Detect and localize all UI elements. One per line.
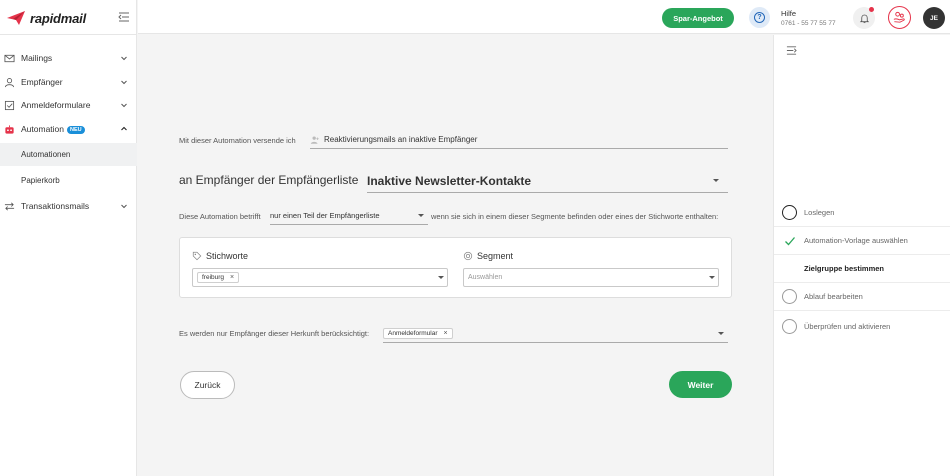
paper-plane-logo-icon <box>7 11 25 25</box>
sidebar-item-label-wrap: Automation NEU <box>21 124 85 134</box>
step-ablauf[interactable]: Ablauf bearbeiten <box>774 283 950 311</box>
segment-select[interactable]: Auswählen <box>463 268 719 287</box>
hand-coins-icon <box>893 11 905 23</box>
segment-title: Segment <box>477 251 514 261</box>
step-label: Überprüfen und aktivieren <box>804 321 891 331</box>
origin-select[interactable]: Anmeldeformular × <box>383 324 728 343</box>
step-label: Ablauf bearbeiten <box>804 292 863 301</box>
scope-select[interactable]: nur einen Teil der Empfängerliste <box>270 207 428 225</box>
sidebar-item-label: Anmeldeformulare <box>21 100 91 110</box>
sidebar-item-anmeldeformulare[interactable]: Anmeldeformulare <box>0 94 137 116</box>
keywords-title-row: Stichworte <box>192 251 248 261</box>
bell-icon <box>859 14 869 23</box>
chevron-down-icon <box>121 103 127 108</box>
step-vorlage[interactable]: Automation-Vorlage auswählen <box>774 227 950 255</box>
automation-name-value: Reaktivierungsmails an inaktive Empfänge… <box>324 135 478 144</box>
caret-down-icon <box>438 276 444 279</box>
new-badge: NEU <box>67 125 85 134</box>
help-contact[interactable]: Hilfe 0761 - 55 77 55 77 <box>781 9 836 29</box>
question-icon: ? <box>754 12 765 23</box>
segment-icon <box>463 251 473 261</box>
segment-title-row: Segment <box>463 251 513 261</box>
brand-name: rapidmail <box>30 10 86 26</box>
step-zielgruppe[interactable]: Zielgruppe bestimmen <box>774 255 950 283</box>
progress-panel: Loslegen Automation-Vorlage auswählen Zi… <box>773 35 950 476</box>
caret-down-icon <box>418 214 424 217</box>
help-phone: 0761 - 55 77 55 77 <box>781 20 836 27</box>
send-label: Mit dieser Automation versende ich <box>179 136 296 145</box>
step-label: Automation-Vorlage auswählen <box>804 236 908 245</box>
segment-placeholder: Auswählen <box>468 274 503 281</box>
scope-value: nur einen Teil der Empfängerliste <box>270 211 380 220</box>
step-label: Loslegen <box>804 208 835 217</box>
user-add-icon <box>310 136 319 144</box>
recipient-list-value: Inaktive Newsletter-Kontakte <box>367 173 532 188</box>
next-button[interactable]: Weiter <box>669 371 732 398</box>
tag-icon <box>192 251 202 261</box>
recipient-list-select[interactable]: Inaktive Newsletter-Kontakte <box>367 169 728 193</box>
sidebar-item-label: Automation <box>21 124 64 134</box>
step-label: Zielgruppe bestimmen <box>804 264 885 273</box>
caret-down-icon <box>718 332 724 335</box>
step-circle-icon <box>782 205 797 220</box>
sidebar-divider <box>0 34 137 35</box>
back-button[interactable]: Zurück <box>180 371 235 399</box>
chevron-up-icon <box>121 126 127 131</box>
chevron-down-icon <box>121 80 127 85</box>
logo[interactable]: rapidmail <box>6 9 86 27</box>
chevron-down-icon <box>121 204 127 209</box>
form-check-icon <box>4 100 15 110</box>
collapse-sidebar-icon[interactable] <box>118 11 130 23</box>
chevron-down-icon <box>121 56 127 61</box>
scope-suffix: wenn sie sich in einem dieser Segmente b… <box>431 212 719 221</box>
offer-button[interactable] <box>888 6 911 29</box>
sidebar-subitem-papierkorb[interactable]: Papierkorb <box>0 169 137 192</box>
caret-down-icon <box>709 276 715 279</box>
sidebar-item-label: Mailings <box>21 53 53 63</box>
top-bar: Spar-Angebot ? Hilfe 0761 - 55 77 55 77 … <box>138 0 950 34</box>
remove-chip-icon[interactable]: × <box>444 330 448 337</box>
sidebar-item-transaktionsmails[interactable]: Transaktionsmails <box>0 195 137 217</box>
sidebar-item-automation[interactable]: Automation NEU <box>0 118 137 140</box>
sidebar-item-label: Transaktionsmails <box>21 201 90 211</box>
sidebar: rapidmail Mailings Empfänger Anmeldeform… <box>0 0 137 476</box>
segment-box: Stichworte freiburg × Segment Auswählen <box>179 237 732 298</box>
remove-chip-icon[interactable]: × <box>230 274 234 281</box>
main-content: Mit dieser Automation versende ich Reakt… <box>138 35 773 476</box>
sidebar-subitem-automationen[interactable]: Automationen <box>0 143 137 166</box>
help-button[interactable]: ? <box>749 7 770 28</box>
sidebar-item-label: Empfänger <box>21 77 63 87</box>
origin-chip[interactable]: Anmeldeformular × <box>383 327 453 339</box>
user-icon <box>4 77 15 87</box>
step-pruefen[interactable]: Überprüfen und aktivieren <box>774 312 950 340</box>
origin-chip-label: Anmeldeformular <box>388 329 438 337</box>
sidebar-item-empfaenger[interactable]: Empfänger <box>0 71 137 93</box>
spar-angebot-button[interactable]: Spar-Angebot <box>662 8 734 28</box>
caret-down-icon <box>713 179 719 182</box>
swap-arrows-icon <box>4 202 15 210</box>
robot-icon <box>5 124 14 134</box>
scope-label: Diese Automation betrifft <box>179 212 261 221</box>
checkmark-icon <box>785 236 795 245</box>
expand-panel-icon[interactable] <box>786 45 797 56</box>
avatar[interactable]: JE <box>923 7 945 29</box>
keywords-input[interactable]: freiburg × <box>192 268 448 287</box>
origin-label: Es werden nur Empfänger dieser Herkunft … <box>179 329 370 338</box>
automation-name-field[interactable]: Reaktivierungsmails an inaktive Empfänge… <box>310 131 728 149</box>
keyword-chip[interactable]: freiburg × <box>197 272 240 283</box>
step-circle-icon <box>782 289 797 304</box>
keywords-title: Stichworte <box>206 251 249 261</box>
sidebar-item-mailings[interactable]: Mailings <box>0 47 137 69</box>
notification-dot <box>869 7 874 12</box>
keyword-chip-label: freiburg <box>202 274 225 281</box>
step-loslegen[interactable]: Loslegen <box>774 199 950 227</box>
envelope-icon <box>4 54 15 62</box>
list-label: an Empfänger der Empfängerliste <box>179 173 359 187</box>
help-title: Hilfe <box>781 9 797 18</box>
step-circle-icon <box>782 318 797 334</box>
